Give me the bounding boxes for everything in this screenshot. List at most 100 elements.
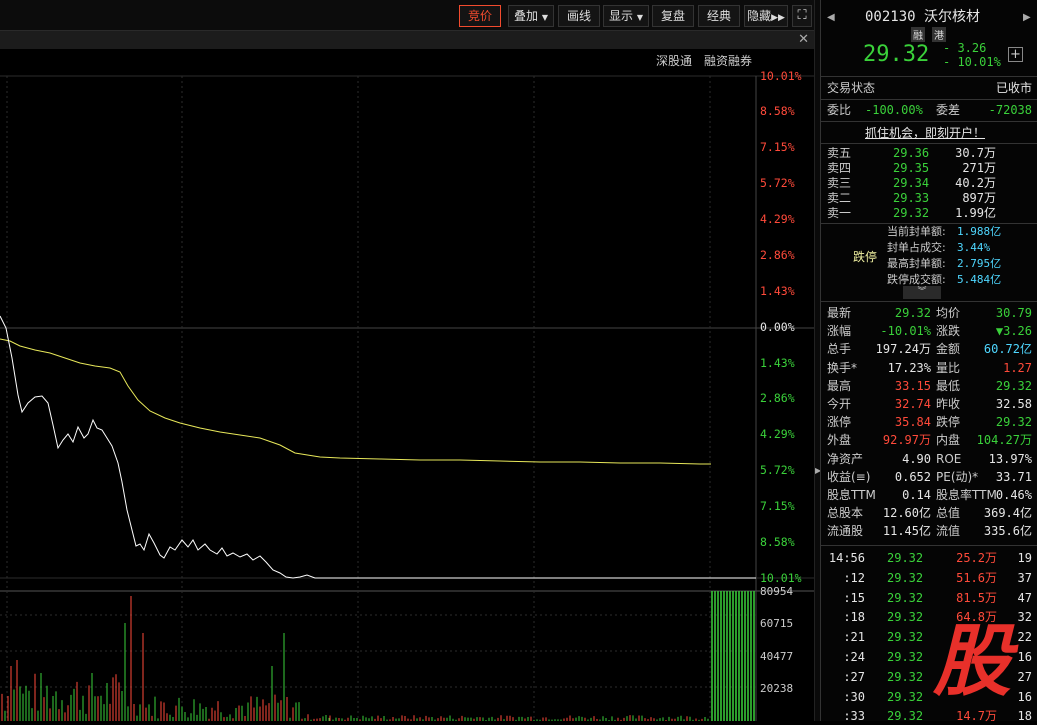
ask-row: 卖四 29.35 271万 bbox=[821, 161, 1037, 176]
quote-label: PE(动)* bbox=[936, 469, 979, 484]
quote-value: 0.652 bbox=[894, 469, 931, 484]
ask-price: 29.36 bbox=[893, 146, 930, 160]
limit-info-row: 封单占成交: 3.44% bbox=[821, 240, 1037, 256]
quote-label: ROE bbox=[936, 451, 962, 466]
quote-row: 换手* 17.23% 量比 1.27 bbox=[821, 359, 1037, 377]
quote-label: 总股本 bbox=[827, 506, 864, 521]
tick-count: 47 bbox=[1017, 590, 1032, 605]
tag-margin-trading[interactable]: 融资融券 bbox=[704, 52, 752, 69]
quote-value: 335.6亿 bbox=[983, 524, 1032, 539]
weibi-label: 委比 bbox=[827, 103, 852, 117]
bid-auction-button[interactable]: 竞价 bbox=[459, 5, 501, 27]
quote-row: 涨幅 -10.01% 涨跌 ▼3.26 bbox=[821, 322, 1037, 340]
pct-label: 8.58% bbox=[760, 104, 795, 118]
fullscreen-icon[interactable]: ⛶ bbox=[792, 5, 812, 27]
hide-button[interactable]: 隐藏▶▶ bbox=[744, 5, 788, 27]
volume-label: 80954 bbox=[760, 585, 794, 598]
classic-button[interactable]: 经典 bbox=[698, 5, 740, 27]
volume-label: 40477 bbox=[760, 650, 794, 663]
quote-row: 收益(≡) 0.652 PE(动)* 33.71 bbox=[821, 468, 1037, 486]
quote-row: 总手 197.24万 金额 60.72亿 bbox=[821, 340, 1037, 358]
tick-price: 29.32 bbox=[887, 650, 924, 664]
pct-label: 4.29% bbox=[760, 427, 795, 441]
open-account-link[interactable]: 抓住机会，即刻开户！ bbox=[865, 124, 985, 141]
price-change: - 3.26 bbox=[943, 41, 987, 55]
quote-label: 今开 bbox=[827, 397, 852, 411]
quote-label: 内盘 bbox=[936, 433, 961, 448]
ask-volume: 30.7万 bbox=[955, 146, 996, 160]
ask-row: 卖五 29.36 30.7万 bbox=[821, 146, 1037, 161]
intraday-chart bbox=[0, 75, 814, 721]
expand-chevron-icon[interactable]: ︾ bbox=[903, 286, 941, 299]
ask-label: 卖四 bbox=[827, 161, 852, 175]
stock-title: 002130 沃尔核材 bbox=[865, 6, 980, 26]
last-price: 29.32 bbox=[863, 42, 930, 67]
quote-value: 12.60亿 bbox=[882, 506, 931, 521]
quote-label: 涨幅 bbox=[827, 324, 852, 339]
limit-info-label: 当前封单额: bbox=[887, 225, 946, 238]
quote-label: 跌停 bbox=[936, 415, 961, 430]
tick-price: 29.32 bbox=[887, 689, 924, 704]
ask-volume: 271万 bbox=[962, 161, 996, 175]
ask-label: 卖一 bbox=[827, 206, 852, 220]
limit-info-value: 3.44% bbox=[957, 241, 991, 254]
pct-label: 8.58% bbox=[760, 535, 795, 549]
price-change-pct: - 10.01% bbox=[943, 55, 1001, 69]
pct-label: 2.86% bbox=[760, 248, 795, 262]
tick-count: 27 bbox=[1017, 669, 1032, 684]
badge-margin: 融 bbox=[911, 27, 925, 42]
tick-price: 29.32 bbox=[887, 610, 924, 625]
add-watchlist-icon[interactable]: + bbox=[1008, 47, 1023, 62]
draw-line-button[interactable]: 画线 bbox=[558, 5, 600, 27]
limit-info-row: 最高封单额: 2.795亿 bbox=[821, 256, 1037, 272]
quote-row: 今开 32.74 昨收 32.58 bbox=[821, 395, 1037, 413]
ask-row: 卖三 29.34 40.2万 bbox=[821, 176, 1037, 191]
tick-row: :15 29.32 81.5万 47 bbox=[821, 589, 1037, 607]
quote-label: 换手* bbox=[827, 360, 858, 375]
next-stock-icon[interactable]: ▶ bbox=[1023, 12, 1031, 23]
quote-value: 29.32 bbox=[995, 415, 1032, 430]
prev-stock-icon[interactable]: ◀ bbox=[827, 12, 835, 23]
quote-value: 4.90 bbox=[902, 451, 931, 466]
tag-sz-connect[interactable]: 深股通 bbox=[656, 52, 692, 69]
tick-count: 16 bbox=[1017, 650, 1032, 664]
ask-label: 卖三 bbox=[827, 176, 852, 190]
chart-header-bar: ✕ bbox=[0, 31, 817, 49]
close-icon[interactable]: ✕ bbox=[798, 31, 809, 49]
limit-info-value: 2.795亿 bbox=[957, 257, 1002, 270]
ask-label: 卖二 bbox=[827, 191, 852, 205]
quote-label: 流值 bbox=[936, 524, 961, 539]
tick-time: :18 bbox=[843, 610, 865, 625]
quote-label: 最新 bbox=[827, 306, 852, 320]
quote-row: 涨停 35.84 跌停 29.32 bbox=[821, 413, 1037, 431]
limit-info-row: 当前封单额: 1.988亿 bbox=[821, 224, 1037, 240]
pct-label: 0.00% bbox=[760, 320, 795, 334]
quote-label: 总手 bbox=[827, 342, 852, 357]
replay-button[interactable]: 复盘 bbox=[652, 5, 694, 27]
chart-grid bbox=[0, 75, 814, 721]
ask-row: 卖二 29.33 897万 bbox=[821, 191, 1037, 206]
pct-label: 4.29% bbox=[760, 212, 795, 226]
tick-count: 37 bbox=[1017, 570, 1032, 585]
tick-time: :30 bbox=[843, 689, 865, 704]
ask-price: 29.33 bbox=[893, 191, 930, 205]
overlay-label: 叠加 bbox=[514, 9, 539, 23]
pct-label: 2.86% bbox=[760, 391, 795, 405]
tick-volume: 81.5万 bbox=[956, 590, 997, 605]
quote-row: 总股本 12.60亿 总值 369.4亿 bbox=[821, 504, 1037, 522]
display-button[interactable]: 显示 ▼ bbox=[603, 5, 649, 27]
quote-value: 369.4亿 bbox=[983, 506, 1032, 521]
overlay-button[interactable]: 叠加 ▼ bbox=[508, 5, 554, 27]
tick-price: 29.32 bbox=[887, 630, 924, 645]
quote-value: 104.27万 bbox=[976, 433, 1032, 448]
tick-price: 29.32 bbox=[887, 590, 924, 605]
stock-name: 沃尔核材 bbox=[924, 9, 981, 25]
quote-label: 最低 bbox=[936, 378, 961, 393]
ask-volume: 40.2万 bbox=[955, 176, 996, 190]
trade-status-label: 交易状态 bbox=[827, 81, 876, 95]
stock-code: 002130 bbox=[865, 9, 916, 25]
limit-info-label: 最高封单额: bbox=[887, 257, 946, 270]
quote-value: 13.97% bbox=[988, 451, 1032, 466]
display-label: 显示 bbox=[609, 9, 634, 23]
ask-price: 29.35 bbox=[893, 161, 930, 175]
